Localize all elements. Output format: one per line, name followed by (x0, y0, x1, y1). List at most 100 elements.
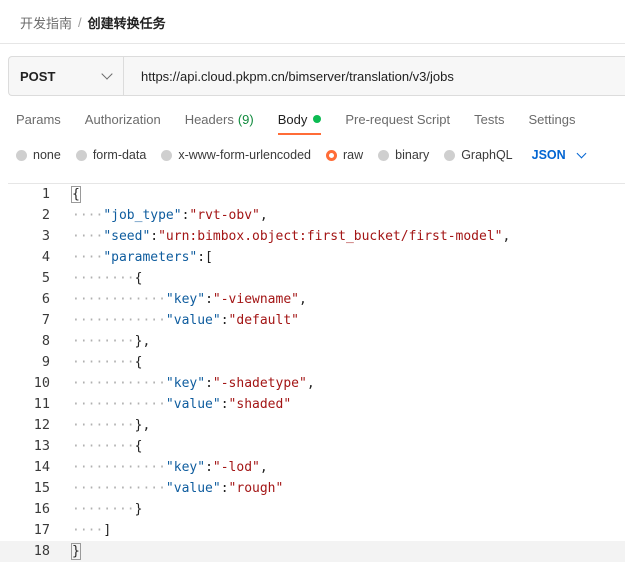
code-line: 4 ····"parameters":[ (0, 247, 625, 268)
line-number: 13 (33, 438, 50, 454)
code-line: 5 ········{ (0, 268, 625, 289)
radio-raw-circle (326, 149, 337, 161)
json-string: "urn:bimbox.object:first_bucket/first-mo… (158, 229, 503, 244)
tab-body-label: Body (277, 111, 308, 127)
active-tab-indicator (278, 133, 321, 135)
line-number: 14 (33, 459, 50, 475)
code-text: ····"job_type":"rvt-obv", (72, 208, 268, 223)
method-select[interactable]: POST (9, 57, 124, 95)
tab-params-label: Params (16, 111, 61, 127)
json-key: "key" (165, 292, 206, 307)
request-tabs: Params Authorization Headers (9) Body Pre… (16, 110, 599, 128)
radio-form-data[interactable]: form-data (75, 148, 147, 162)
code-text: ········}, (72, 418, 151, 433)
code-line: 13 ········{ (0, 436, 625, 457)
tab-tests-label: Tests (474, 111, 505, 127)
line-number: 12 (33, 417, 50, 433)
radio-urlencoded-circle (161, 149, 173, 161)
json-key: "value" (165, 397, 221, 412)
radio-urlencoded-label: x-www-form-urlencoded (178, 148, 311, 162)
radio-urlencoded[interactable]: x-www-form-urlencoded (161, 148, 311, 162)
code-line: 7 ············"value":"default" (0, 310, 625, 331)
line-number: 17 (33, 522, 50, 538)
json-string: "rough" (228, 481, 284, 496)
json-key: "seed" (103, 229, 151, 244)
url-input[interactable]: https://api.cloud.pkpm.cn/bimserver/tran… (124, 57, 625, 95)
radio-graphql-circle (444, 149, 456, 161)
line-number: 7 (41, 312, 50, 328)
tab-headers[interactable]: Headers (9) (185, 110, 254, 128)
method-label: POST (20, 68, 56, 84)
language-label: JSON (531, 148, 566, 162)
tab-authorization[interactable]: Authorization (85, 110, 161, 128)
radio-graphql[interactable]: GraphQL (444, 148, 513, 162)
radio-binary[interactable]: binary (378, 148, 429, 162)
code-text: ········{ (72, 355, 143, 370)
code-line: 12 ········}, (0, 415, 625, 436)
request-bar: POST https://api.cloud.pkpm.cn/bimserver… (8, 56, 625, 96)
breadcrumb-current: 创建转换任务 (87, 15, 166, 31)
line-number: 2 (41, 207, 50, 223)
code-text: ············"value":"shaded" (72, 397, 292, 412)
line-number: 9 (41, 354, 50, 370)
code-line: 2 ····"job_type":"rvt-obv", (0, 205, 625, 226)
language-select[interactable]: JSON (531, 148, 587, 162)
radio-binary-circle (378, 149, 390, 161)
tab-tests[interactable]: Tests (474, 110, 504, 128)
json-key: "value" (165, 313, 221, 328)
line-number: 10 (33, 375, 50, 391)
tab-body[interactable]: Body (278, 110, 322, 128)
json-string: "-viewname" (212, 292, 299, 307)
tab-settings-label: Settings (528, 111, 576, 127)
json-string: "shaded" (228, 397, 292, 412)
code-line: 9 ········{ (0, 352, 625, 373)
tab-headers-label: Headers (184, 111, 234, 127)
code-text: ············"value":"default" (72, 313, 299, 328)
line-number: 3 (41, 228, 50, 244)
line-number: 11 (33, 396, 50, 412)
brace: { (71, 186, 81, 203)
code-text: ············"key":"-viewname", (72, 292, 307, 307)
radio-binary-label: binary (395, 148, 430, 162)
brace: } (71, 543, 81, 560)
body-status-dot (313, 115, 322, 123)
code-text: ····] (72, 523, 112, 538)
tab-params[interactable]: Params (16, 110, 61, 128)
line-number: 4 (41, 249, 50, 265)
radio-raw-label: raw (343, 148, 364, 162)
tab-settings[interactable]: Settings (528, 110, 575, 128)
line-number: 18 (33, 543, 50, 559)
tab-prerequest-label: Pre-request Script (345, 111, 451, 127)
code-line: 6 ············"key":"-viewname", (0, 289, 625, 310)
radio-none-circle (16, 149, 27, 161)
code-text: ········}, (72, 334, 151, 349)
json-string: "default" (228, 313, 299, 328)
breadcrumb-parent[interactable]: 开发指南 (20, 13, 72, 32)
code-line: 15 ············"value":"rough" (0, 478, 625, 499)
tab-authorization-label: Authorization (84, 111, 161, 127)
breadcrumb-separator: / (78, 14, 82, 30)
line-number: 16 (33, 501, 50, 517)
code-text: ········{ (72, 271, 143, 286)
breadcrumb: 开发指南 / 创建转换任务 (20, 12, 166, 32)
json-key: "value" (165, 481, 221, 496)
code-text: } (71, 541, 81, 562)
code-text: ····"parameters":[ (72, 250, 213, 265)
code-line: 14 ············"key":"-lod", (0, 457, 625, 478)
code-text: ····"seed":"urn:bimbox.object:first_buck… (72, 229, 511, 244)
radio-raw[interactable]: raw (326, 148, 363, 162)
json-string: "-shadetype" (212, 376, 307, 391)
code-line: 1 { (0, 184, 625, 205)
headers-count-badge: (9) (237, 111, 254, 127)
json-key: "job_type" (103, 208, 182, 223)
code-text: { (71, 184, 81, 205)
code-line: 8 ········}, (0, 331, 625, 352)
code-editor[interactable]: 1 { 2 ····"job_type":"rvt-obv", 3 ····"s… (0, 184, 625, 570)
tab-prerequest-script[interactable]: Pre-request Script (345, 110, 450, 128)
code-line-active: 18 } (0, 541, 625, 562)
chevron-down-icon (576, 148, 587, 158)
radio-none[interactable]: none (16, 148, 61, 162)
radio-form-data-label: form-data (92, 148, 147, 162)
code-line: 10 ············"key":"-shadetype", (0, 373, 625, 394)
code-line: 17 ····] (0, 520, 625, 541)
